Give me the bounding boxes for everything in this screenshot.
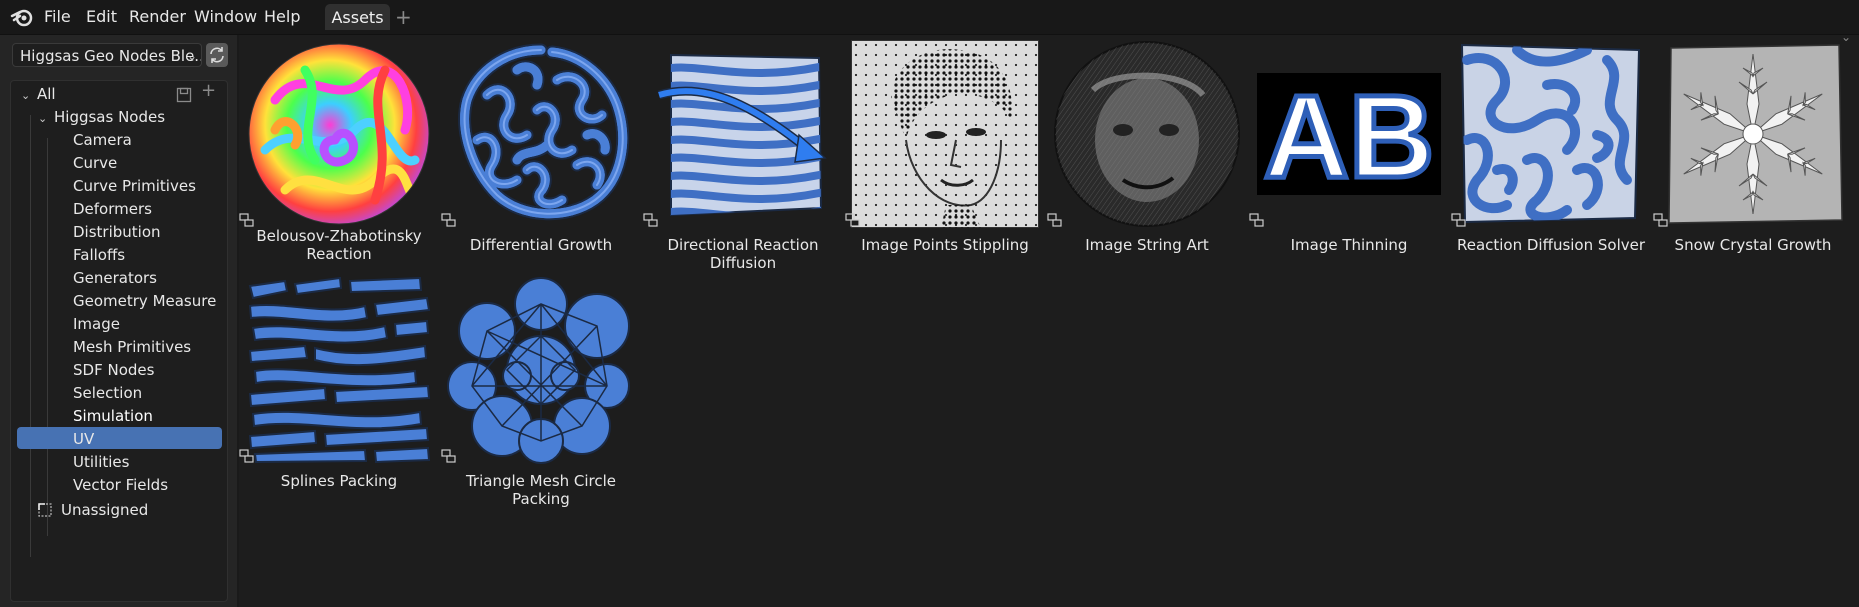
tree-guide bbox=[47, 138, 48, 536]
tab-assets[interactable]: Assets bbox=[325, 4, 390, 30]
catalog-utilities[interactable]: Utilities bbox=[73, 451, 129, 473]
thumbnail-snow-crystal-growth bbox=[1668, 44, 1843, 224]
catalog-mesh-primitives[interactable]: Mesh Primitives bbox=[73, 336, 191, 358]
asset-name: Snow Crystal Growth bbox=[1674, 236, 1832, 254]
thumbnail-triangle-mesh-circle-packing bbox=[447, 277, 630, 464]
asset-name: Differential Growth bbox=[469, 236, 613, 254]
catalog-image[interactable]: Image bbox=[73, 313, 120, 335]
menu-file[interactable]: File bbox=[44, 7, 71, 26]
menu-render[interactable]: Render bbox=[129, 7, 186, 26]
catalog-geometry-measure[interactable]: Geometry Measure bbox=[73, 290, 216, 312]
thumbnail-ab-text: AB bbox=[1264, 71, 1434, 203]
blender-logo-icon[interactable] bbox=[10, 6, 34, 28]
top-bar: File Edit Render Window Help Assets + bbox=[0, 0, 1859, 35]
refresh-library-button[interactable] bbox=[206, 43, 228, 67]
node-group-icon bbox=[1451, 213, 1466, 227]
catalog-tree: ⌄ All ⌄ Higgsas Nodes Camera Curve Curve P… bbox=[10, 80, 228, 602]
node-group-icon bbox=[239, 213, 254, 227]
thumbnail-belousov bbox=[248, 43, 430, 225]
thumbnail-image-thinning: AB bbox=[1257, 69, 1441, 206]
catalog-higgsas-nodes[interactable]: ⌄ Higgsas Nodes bbox=[38, 106, 165, 128]
catalog-camera[interactable]: Camera bbox=[73, 129, 132, 151]
menu-help[interactable]: Help bbox=[264, 7, 300, 26]
catalog-selection[interactable]: Selection bbox=[73, 382, 142, 404]
asset-name: Reaction Diffusion Solver bbox=[1456, 236, 1646, 254]
catalog-generators[interactable]: Generators bbox=[73, 267, 157, 289]
thumbnail-splines-packing bbox=[248, 276, 431, 464]
add-workspace-button[interactable]: + bbox=[395, 5, 412, 29]
catalog-deformers[interactable]: Deformers bbox=[73, 198, 152, 220]
library-select[interactable]: Higgsas Geo Nodes Ble... ⌄ bbox=[12, 43, 202, 67]
asset-name: Splines Packing bbox=[280, 472, 398, 490]
catalog-sdf-nodes[interactable]: SDF Nodes bbox=[73, 359, 154, 381]
node-group-icon bbox=[845, 213, 860, 227]
refresh-icon bbox=[210, 47, 224, 63]
node-group-icon bbox=[441, 213, 456, 227]
menu-edit[interactable]: Edit bbox=[86, 7, 117, 26]
chevron-down-icon: ⌄ bbox=[186, 49, 197, 63]
selection-highlight bbox=[17, 427, 222, 449]
catalog-label: Higgsas Nodes bbox=[54, 108, 166, 126]
thumbnail-reaction-diffusion-solver bbox=[1460, 43, 1641, 224]
save-catalog-icon[interactable] bbox=[176, 87, 192, 103]
node-group-icon bbox=[1653, 213, 1668, 227]
node-group-icon bbox=[239, 449, 254, 463]
node-group-icon bbox=[441, 449, 456, 463]
catalog-unassigned[interactable]: Unassigned bbox=[37, 499, 148, 521]
chevron-down-icon[interactable]: ⌄ bbox=[21, 85, 35, 107]
thumbnail-differential-growth bbox=[447, 43, 635, 228]
catalog-falloffs[interactable]: Falloffs bbox=[73, 244, 125, 266]
catalog-curve[interactable]: Curve bbox=[73, 152, 117, 174]
catalog-curve-primitives[interactable]: Curve Primitives bbox=[73, 175, 196, 197]
node-group-icon bbox=[1047, 213, 1062, 227]
unassigned-icon bbox=[38, 503, 52, 517]
asset-name: Triangle Mesh Circle Packing bbox=[465, 472, 617, 508]
library-name: Higgsas Geo Nodes Ble... bbox=[20, 47, 202, 65]
catalog-simulation[interactable]: Simulation bbox=[73, 405, 153, 427]
thumbnail-image-string-art bbox=[1054, 41, 1240, 227]
catalog-label: All bbox=[37, 85, 56, 103]
catalog-vector-fields[interactable]: Vector Fields bbox=[73, 474, 168, 496]
chevron-down-icon[interactable]: ⌄ bbox=[38, 108, 52, 130]
catalog-distribution[interactable]: Distribution bbox=[73, 221, 161, 243]
node-group-icon bbox=[1249, 213, 1264, 227]
tree-guide bbox=[30, 115, 31, 557]
menu-window[interactable]: Window bbox=[194, 7, 257, 26]
catalog-all[interactable]: ⌄ All bbox=[21, 83, 56, 105]
asset-name: Directional Reaction Diffusion bbox=[667, 236, 819, 272]
thumbnail-directional-reaction-diffusion bbox=[657, 53, 827, 217]
asset-sidebar: Higgsas Geo Nodes Ble... ⌄ ⌄ All ⌄ Higgsas… bbox=[0, 35, 239, 607]
thumbnail-image-points-stippling bbox=[851, 40, 1039, 228]
asset-name: Image String Art bbox=[1085, 236, 1209, 254]
asset-name: Image Points Stippling bbox=[861, 236, 1029, 254]
catalog-label: Unassigned bbox=[61, 501, 149, 519]
asset-name: Image Thinning bbox=[1290, 236, 1408, 254]
asset-name: Belousov-Zhabotinsky Reaction bbox=[256, 227, 422, 263]
add-catalog-icon[interactable]: + bbox=[201, 80, 216, 101]
node-group-icon bbox=[643, 213, 658, 227]
catalog-uv[interactable]: UV bbox=[73, 428, 94, 450]
